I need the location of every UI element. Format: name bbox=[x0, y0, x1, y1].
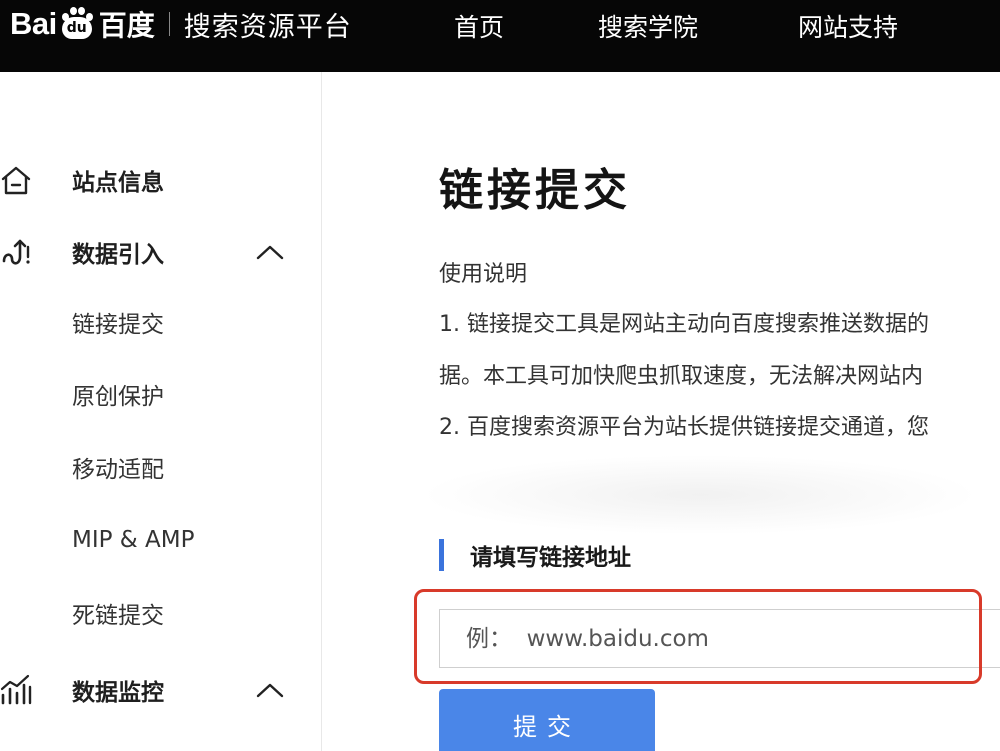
sidebar-item-label: MIP & AMP bbox=[72, 527, 195, 553]
sidebar-item-site-info[interactable]: 站点信息 bbox=[0, 160, 322, 200]
url-input[interactable] bbox=[439, 609, 1000, 668]
sidebar-item-dead-link[interactable]: 死链提交 bbox=[0, 593, 322, 633]
sidebar-item-mip-amp[interactable]: MIP & AMP bbox=[0, 520, 322, 560]
logo-baidu-cn: 百度 bbox=[98, 9, 155, 42]
logo-bai-text: Bai bbox=[10, 6, 57, 41]
chevron-up-icon[interactable] bbox=[256, 682, 284, 698]
content-fade bbox=[420, 455, 980, 535]
submit-button[interactable]: 提交 bbox=[439, 689, 655, 751]
usage-line-2: 据。本工具可加快爬虫抓取速度，无法解决网站内 bbox=[439, 364, 924, 389]
sidebar-item-label: 数据引入 bbox=[72, 242, 164, 268]
sidebar-item-data-import[interactable]: 数据引入 bbox=[0, 232, 322, 272]
section-title: 请填写链接地址 bbox=[470, 545, 631, 571]
data-import-icon bbox=[2, 239, 30, 265]
logo-divider bbox=[168, 12, 170, 36]
usage-line-1: 1. 链接提交工具是网站主动向百度搜索推送数据的 bbox=[439, 312, 929, 337]
sidebar-item-label: 站点信息 bbox=[72, 170, 164, 196]
home-icon bbox=[1, 166, 31, 195]
platform-name: 搜索资源平台 bbox=[183, 11, 352, 43]
nav-academy[interactable]: 搜索学院 bbox=[598, 8, 698, 44]
sidebar-item-label: 数据监控 bbox=[72, 680, 164, 706]
sidebar-item-link-submit[interactable]: 链接提交 bbox=[0, 302, 322, 342]
baidu-logo[interactable]: Bai du 百度 搜索资源平台 bbox=[10, 4, 352, 44]
top-bar: Bai du 百度 搜索资源平台 首页 搜索学院 网站支持 bbox=[0, 0, 1000, 72]
nav-home[interactable]: 首页 bbox=[454, 8, 504, 44]
section-accent-bar bbox=[439, 539, 444, 571]
chart-icon bbox=[0, 674, 32, 705]
sidebar-item-data-monitor[interactable]: 数据监控 bbox=[0, 670, 322, 710]
sidebar-item-label: 死链提交 bbox=[72, 603, 164, 629]
sidebar-item-original-protection[interactable]: 原创保护 bbox=[0, 374, 322, 414]
paw-icon: du bbox=[59, 7, 95, 39]
nav-support[interactable]: 网站支持 bbox=[798, 8, 898, 44]
page-title: 链接提交 bbox=[439, 165, 631, 216]
sidebar-item-label: 链接提交 bbox=[72, 312, 164, 338]
sidebar-item-label: 移动适配 bbox=[72, 457, 164, 483]
usage-line-3: 2. 百度搜索资源平台为站长提供链接提交通道，您 bbox=[439, 415, 929, 440]
usage-heading: 使用说明 bbox=[439, 262, 528, 287]
section-heading: 请填写链接地址 bbox=[439, 538, 631, 572]
sidebar-item-label: 原创保护 bbox=[72, 384, 164, 410]
sidebar-item-mobile-adapt[interactable]: 移动适配 bbox=[0, 447, 322, 487]
sidebar: 站点信息 数据引入 链接提交 原创保护 移动适配 MIP & AMP 死链提交 bbox=[0, 72, 322, 751]
chevron-up-icon[interactable] bbox=[256, 244, 284, 260]
